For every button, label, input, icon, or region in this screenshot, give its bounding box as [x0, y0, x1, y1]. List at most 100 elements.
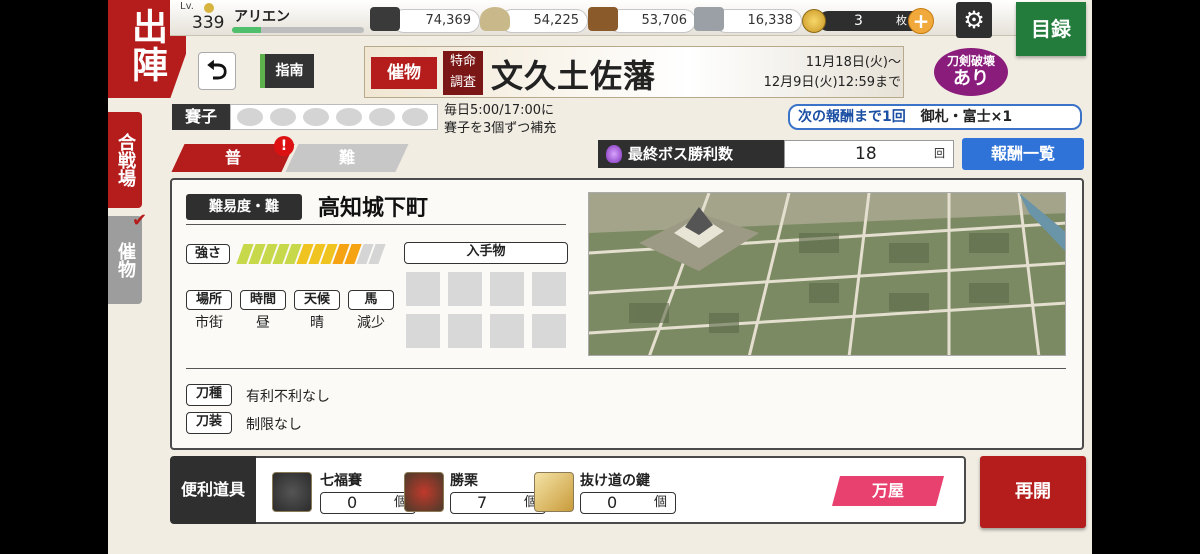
- add-koban-button[interactable]: +: [908, 8, 934, 34]
- guide-button[interactable]: 指南: [260, 54, 314, 88]
- selected-check-icon: ✔: [132, 210, 148, 231]
- strength-label: 強さ: [186, 244, 230, 264]
- tool-count-value: 0: [347, 493, 358, 512]
- loot-label: 入手物: [404, 242, 568, 264]
- back-arrow-icon: ⮌: [206, 56, 228, 86]
- reward-list-button[interactable]: 報酬一覧: [962, 138, 1084, 170]
- loot-slot: [448, 314, 482, 348]
- dice-note-line1: 毎日5:00/17:00に: [444, 103, 555, 118]
- dice-slot-empty: [237, 108, 263, 126]
- dice-slot-empty: [270, 108, 296, 126]
- equipment-value: 制限なし: [246, 417, 302, 433]
- condition-weather-label: 天候: [294, 290, 340, 310]
- tool-count: 0 個: [320, 492, 416, 514]
- dice-refill-note: 毎日5:00/17:00に 賽子を3個ずつ補充: [444, 102, 556, 138]
- secret-key-icon[interactable]: [534, 472, 574, 512]
- game-screen: 出陣 合戦場 催物 ✔ Lv. 339 アリエン 74,369 54,225 5…: [108, 0, 1092, 554]
- shop-label: 万屋: [871, 481, 904, 500]
- stage-panel: 難易度・難 高知城下町 強さ 場所 時間 天候 馬 市街 昼 晴 減少 入手物: [170, 178, 1084, 450]
- tool-name: 七福賽: [320, 473, 362, 489]
- boss-wins-label: 最終ボス勝利数: [598, 140, 784, 168]
- condition-time-label: 時間: [240, 290, 286, 310]
- condition-location-label: 場所: [186, 290, 232, 310]
- strength-meter: [236, 244, 391, 264]
- equipment-label: 刀装: [186, 412, 232, 434]
- sword-type-value: 有利不利なし: [246, 389, 330, 405]
- divider: [186, 224, 566, 225]
- alert-badge: !: [274, 136, 294, 156]
- stage-name: 高知城下町: [318, 195, 429, 221]
- whetstone-icon: [694, 7, 724, 31]
- resource-cooling-material-value: 53,706: [608, 9, 696, 33]
- catalog-button[interactable]: 目録: [1016, 2, 1086, 56]
- loot-slot: [532, 314, 566, 348]
- event-dates: 11月18日(火)〜 12月9日(火)12:59まで: [741, 53, 901, 93]
- koban-counter: 3 枚: [818, 11, 922, 31]
- tab-saiji-label: 催物: [115, 242, 136, 278]
- dice-slot-empty: [369, 108, 395, 126]
- loot-slot: [490, 272, 524, 306]
- loot-slot: [406, 314, 440, 348]
- player-name: アリエン: [234, 9, 290, 25]
- tab-kassenba-label: 合戦場: [115, 133, 136, 187]
- next-reward-item: 御札・富士×1: [920, 109, 1013, 125]
- next-reward-info: 次の報酬まで1回 御札・富士×1: [788, 104, 1082, 130]
- shop-button[interactable]: 万屋: [831, 476, 945, 506]
- sword-break-line1: 刀剣破壊: [946, 54, 995, 68]
- castle-town-illustration: [589, 193, 1065, 355]
- koban-unit: 枚: [896, 14, 907, 27]
- sword-break-line2: あり: [953, 68, 989, 89]
- tool-count-value: 0: [607, 493, 618, 512]
- dice-note-line2: 賽子を3個ずつ補充: [444, 121, 557, 136]
- tab-normal-label: 普: [224, 148, 241, 167]
- settings-gear-icon[interactable]: ⚙: [956, 2, 992, 38]
- event-subtag: 特命 調査: [443, 51, 483, 95]
- event-date-start: 11月18日(火)〜: [805, 55, 901, 70]
- kachiguri-icon[interactable]: [404, 472, 444, 512]
- sword-type-label: 刀種: [186, 384, 232, 406]
- next-reward-label: 次の報酬まで1回: [798, 109, 906, 125]
- xp-bar-fill: [232, 27, 262, 33]
- loot-slot: [490, 314, 524, 348]
- condition-time-value: 昼: [256, 315, 270, 331]
- tool-count-unit: 個: [653, 495, 667, 510]
- condition-horse-label: 馬: [348, 290, 394, 310]
- condition-weather-value: 晴: [310, 315, 324, 331]
- loot-slot: [532, 272, 566, 306]
- back-button[interactable]: ⮌: [198, 52, 236, 90]
- tools-label: 便利道具: [170, 456, 256, 524]
- stage-map-image: [588, 192, 1066, 356]
- tool-count: 0 個: [580, 492, 676, 514]
- koban-value: 3: [854, 13, 863, 29]
- dice-label: 賽子: [172, 104, 230, 130]
- tab-hard-label: 難: [338, 148, 355, 167]
- boss-wins-value: 18: [855, 144, 877, 164]
- charcoal-icon: [370, 7, 400, 31]
- koban-coin-icon: [802, 9, 826, 33]
- player-level: 339: [192, 13, 225, 33]
- resource-tamahagane-value: 54,225: [500, 9, 588, 33]
- tool-count: 7 個: [450, 492, 546, 514]
- tool-name: 抜け道の鍵: [580, 473, 650, 489]
- resume-button[interactable]: 再開: [980, 456, 1086, 528]
- level-coin-icon: [204, 3, 214, 13]
- level-prefix: Lv.: [180, 1, 194, 12]
- tamahagane-icon: [480, 7, 510, 31]
- event-banner[interactable]: 催物 特命 調査 文久土佐藩 11月18日(火)〜 12月9日(火)12:59ま…: [364, 46, 904, 98]
- tool-count-value: 7: [477, 493, 488, 512]
- tab-difficulty-hard[interactable]: 難: [285, 144, 409, 172]
- tab-kassenba[interactable]: 合戦場: [108, 112, 142, 208]
- sortie-label: 出陣: [126, 8, 168, 84]
- cooling-material-icon: [588, 7, 618, 31]
- event-subtag-line2: 調査: [449, 75, 476, 90]
- shichifuku-dice-icon[interactable]: [272, 472, 312, 512]
- boss-wins-counter: 18 回: [784, 140, 954, 168]
- dice-slot-empty: [336, 108, 362, 126]
- condition-location-value: 市街: [195, 315, 223, 331]
- difficulty-label: 難易度・難: [186, 194, 302, 220]
- tool-name: 勝栗: [450, 473, 478, 489]
- sword-break-badge: 刀剣破壊 あり: [934, 48, 1008, 96]
- boss-wins-unit: 回: [934, 147, 945, 160]
- event-subtag-line1: 特命: [449, 54, 476, 69]
- dice-slots: [230, 104, 438, 130]
